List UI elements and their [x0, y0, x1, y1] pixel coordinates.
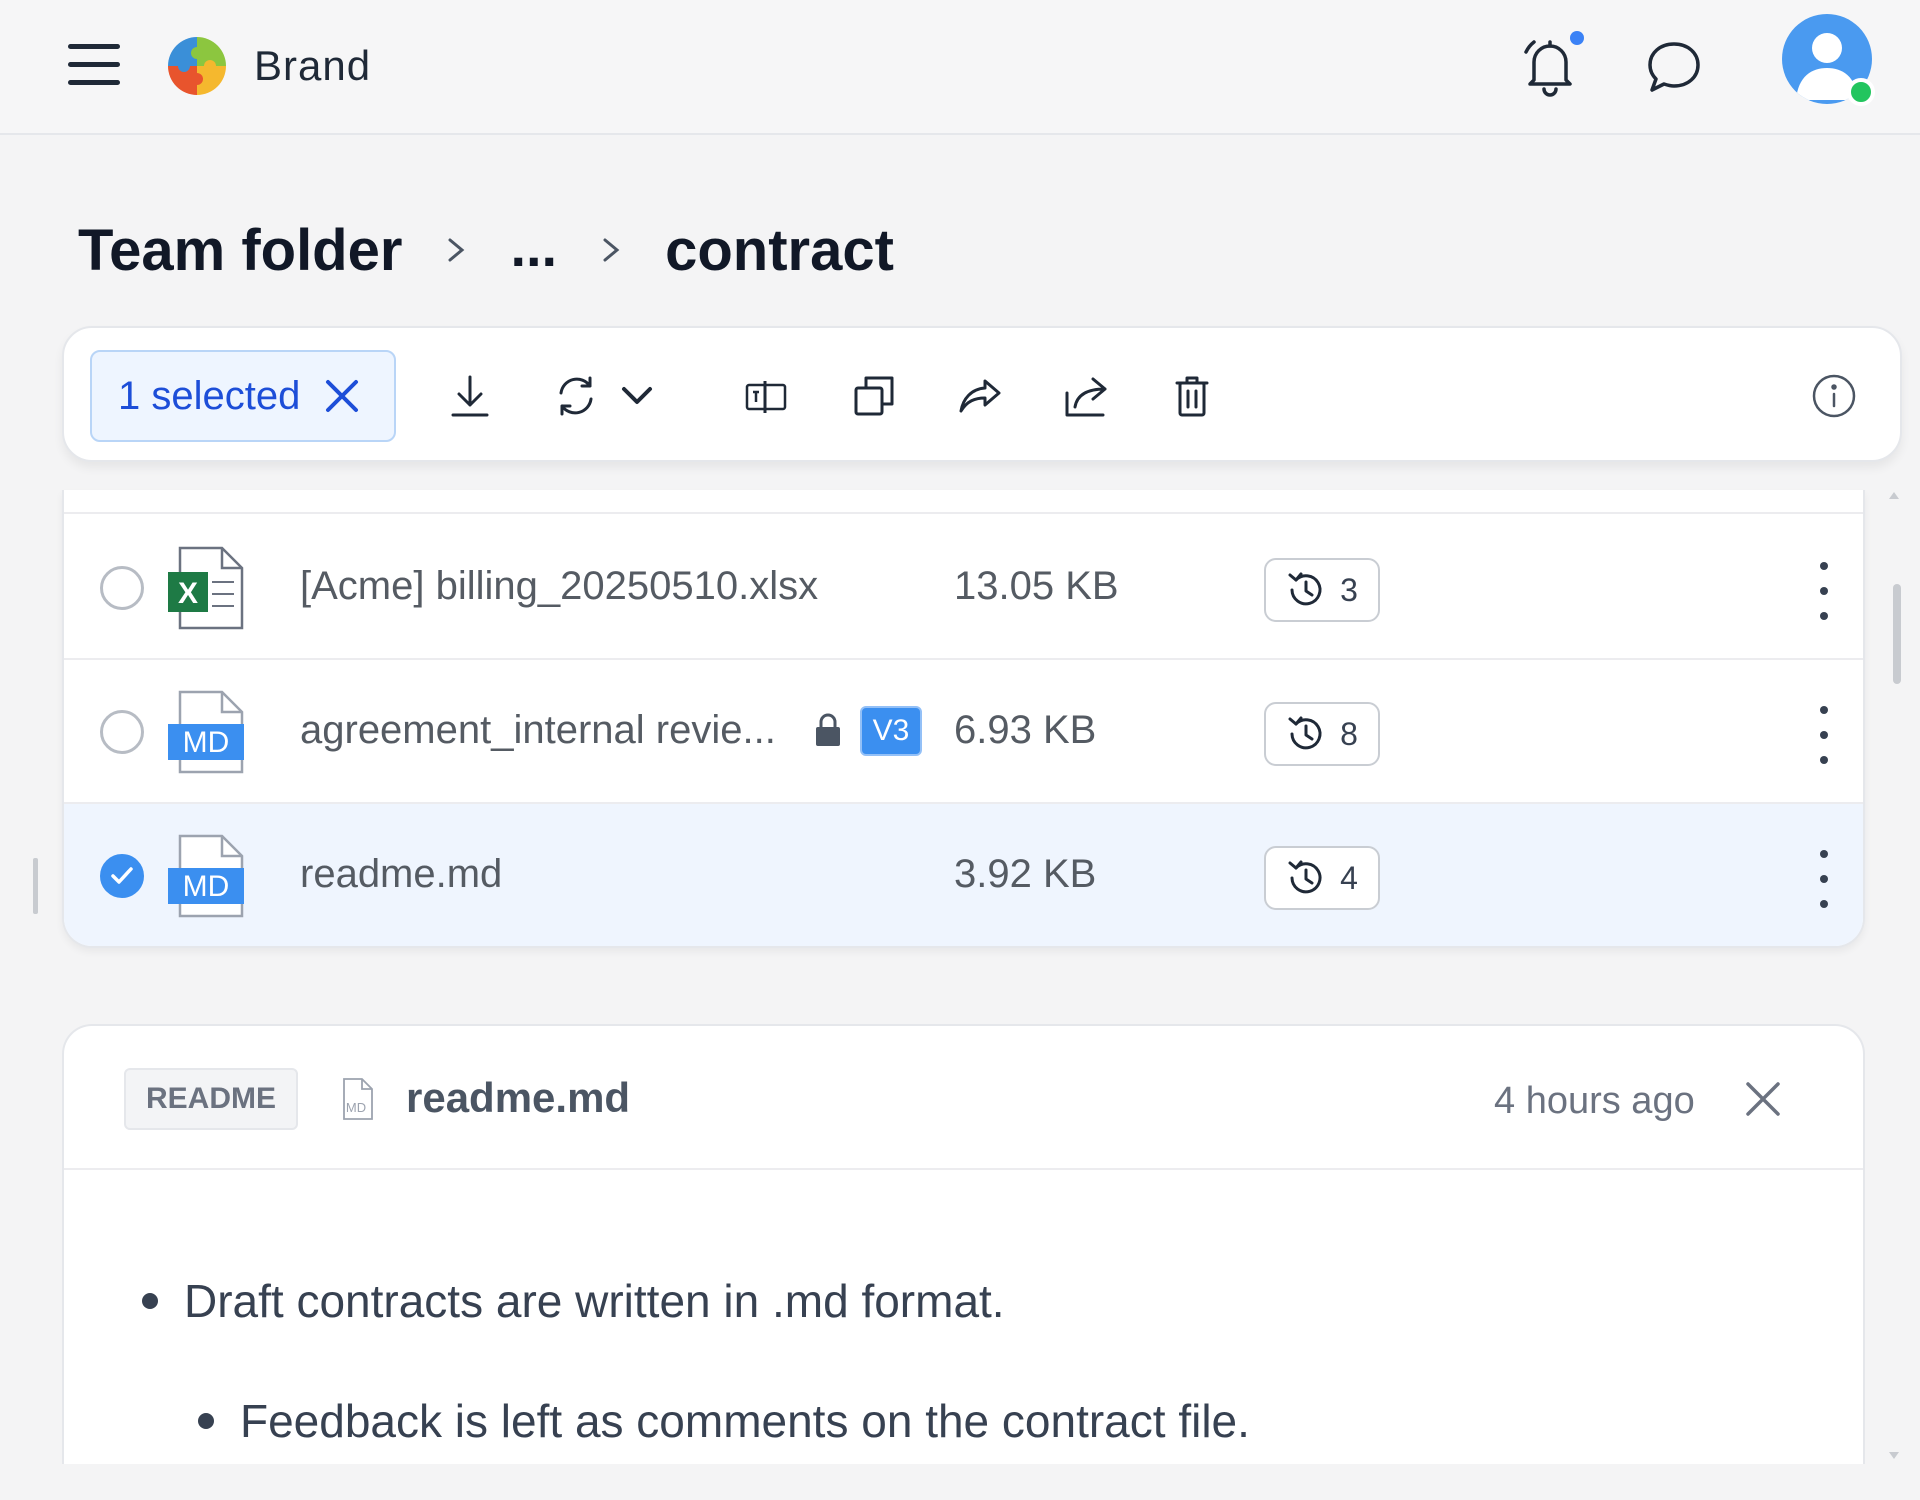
clear-selection-icon[interactable] — [324, 378, 360, 414]
side-resize-handle[interactable] — [33, 858, 38, 914]
download-icon — [451, 375, 489, 417]
table-row-selected[interactable]: MD readme.md 3.92 KB 4 — [64, 804, 1863, 946]
markdown-file-icon: MD — [168, 690, 244, 774]
file-size: 3.92 KB — [954, 852, 1097, 896]
table-row[interactable]: X [Acme] billing_20250510.xlsx 13.05 KB … — [64, 516, 1863, 660]
bell-icon[interactable] — [1520, 34, 1580, 98]
list-top-strip — [64, 490, 1863, 514]
version-count: 4 — [1340, 859, 1358, 896]
chat-bubble-icon[interactable] — [1645, 38, 1703, 96]
scroll-down-arrow[interactable] — [1889, 1452, 1899, 1459]
info-button[interactable] — [1804, 368, 1864, 424]
breadcrumb: Team folder ... contract — [78, 210, 894, 290]
sync-button[interactable] — [546, 368, 606, 424]
sync-icon — [559, 376, 593, 416]
version-history-button[interactable]: 3 — [1264, 558, 1380, 622]
puzzle-logo-icon — [168, 37, 226, 95]
file-name[interactable]: [Acme] billing_20250510.xlsx — [300, 564, 818, 609]
readme-header: README MD readme.md 4 hours ago — [64, 1026, 1863, 1170]
history-icon — [1288, 716, 1322, 750]
history-icon — [1288, 860, 1322, 894]
move-button[interactable] — [950, 368, 1010, 424]
history-icon — [1288, 572, 1322, 606]
row-select-radio[interactable] — [100, 566, 144, 610]
selection-count: 1 selected — [118, 373, 301, 418]
selection-pill[interactable]: 1 selected — [90, 350, 396, 442]
breadcrumb-current: contract — [665, 217, 894, 283]
share-button[interactable] — [1056, 368, 1116, 424]
file-list: X [Acme] billing_20250510.xlsx 13.05 KB … — [62, 490, 1865, 948]
file-name[interactable]: agreement_internal revie... — [300, 708, 776, 753]
version-badge: V3 — [860, 706, 922, 756]
bottom-edge — [0, 1464, 1920, 1500]
info-icon — [1812, 374, 1856, 418]
chevron-right-icon — [448, 238, 465, 262]
copy-button[interactable] — [844, 368, 904, 424]
markdown-file-icon: MD — [168, 834, 244, 918]
version-count: 8 — [1340, 715, 1358, 752]
trash-icon — [1175, 376, 1209, 417]
more-options-icon[interactable] — [1812, 706, 1836, 764]
readme-file-name: readme.md — [406, 1074, 631, 1121]
rename-button[interactable] — [736, 368, 796, 424]
markdown-file-icon: MD — [343, 1078, 373, 1120]
svg-text:MD: MD — [183, 726, 230, 759]
lock-icon — [816, 713, 840, 746]
readme-bullet-nested: Feedback is left as comments on the cont… — [198, 1394, 1250, 1448]
chevron-down-icon — [622, 387, 652, 404]
share-icon — [1065, 377, 1107, 417]
top-header: Brand — [0, 0, 1920, 135]
svg-text:MD: MD — [183, 870, 230, 903]
brand-name: Brand — [254, 42, 372, 89]
version-count: 3 — [1340, 571, 1358, 608]
version-history-button[interactable]: 4 — [1264, 846, 1380, 910]
file-name[interactable]: readme.md — [300, 852, 502, 897]
chevron-right-icon — [603, 238, 620, 262]
breadcrumb-collapsed[interactable]: ... — [510, 214, 557, 279]
scrollbar-thumb[interactable] — [1893, 584, 1901, 684]
more-options-icon[interactable] — [1812, 850, 1836, 908]
move-icon — [959, 379, 1001, 413]
row-select-radio[interactable] — [100, 710, 144, 754]
readme-bullet: Draft contracts are written in .md forma… — [142, 1274, 1005, 1328]
copy-icon — [854, 376, 894, 416]
breadcrumb-root[interactable]: Team folder — [78, 217, 402, 284]
readme-tag: README — [124, 1068, 298, 1130]
selection-toolbar: 1 selected — [62, 326, 1902, 462]
more-options-icon[interactable] — [1812, 562, 1836, 620]
delete-button[interactable] — [1162, 368, 1222, 424]
online-status-dot — [1847, 78, 1875, 106]
file-size: 6.93 KB — [954, 708, 1097, 752]
row-select-radio-checked[interactable] — [100, 854, 144, 898]
hamburger-icon[interactable] — [66, 40, 122, 90]
svg-text:X: X — [178, 577, 198, 610]
readme-timestamp: 4 hours ago — [1494, 1080, 1695, 1122]
notification-dot — [1570, 31, 1584, 45]
rename-icon — [745, 381, 787, 413]
checkmark-icon — [111, 867, 133, 884]
version-history-button[interactable]: 8 — [1264, 702, 1380, 766]
sync-dropdown-button[interactable] — [614, 368, 660, 424]
download-button[interactable] — [440, 368, 500, 424]
close-icon[interactable] — [1744, 1080, 1782, 1118]
readme-panel: README MD readme.md 4 hours ago Draft co… — [62, 1024, 1865, 1464]
excel-file-icon: X — [168, 546, 244, 630]
file-size: 13.05 KB — [954, 564, 1119, 608]
svg-text:MD: MD — [346, 1100, 366, 1115]
table-row[interactable]: MD agreement_internal revie... V3 6.93 K… — [64, 660, 1863, 804]
scroll-up-arrow[interactable] — [1889, 492, 1899, 499]
